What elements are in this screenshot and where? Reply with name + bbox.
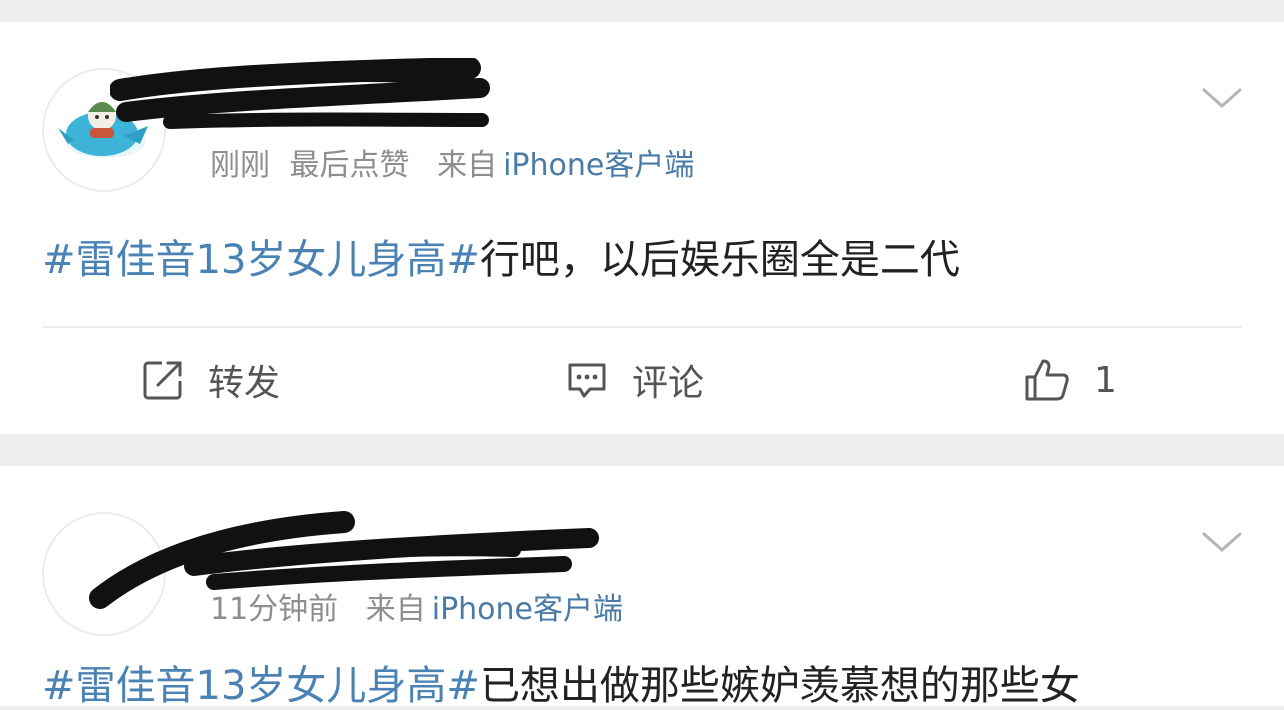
post-body: 已想出做那些嫉妒羡慕想的那些女 — [479, 663, 1080, 709]
source-client[interactable]: iPhone客户端 — [432, 592, 623, 627]
weibo-post-card: 刚刚 最后点赞 来自 iPhone客户端 #雷佳音13岁女儿身高#行吧，以后娱乐圈… — [0, 22, 1284, 434]
comment-label: 评论 — [632, 363, 705, 404]
chevron-down-icon[interactable] — [1200, 82, 1244, 112]
post-time: 刚刚 — [210, 148, 270, 183]
thumbs-up-icon — [1025, 359, 1069, 401]
redacted-username — [110, 58, 490, 129]
like-count: 1 — [1094, 359, 1117, 401]
repost-label: 转发 — [208, 363, 281, 404]
weibo-post-card: 11分钟前 来自 iPhone客户端 #雷佳音13岁女儿身高#已想出做那些嫉妒羡慕… — [0, 466, 1284, 709]
repost-button[interactable]: 转发 — [142, 356, 280, 404]
post-text: #雷佳音13岁女儿身高#行吧，以后娱乐圈全是二代 — [42, 236, 960, 284]
source-prefix: 来自 — [437, 148, 498, 183]
topic-link[interactable]: #雷佳音13岁女儿身高# — [42, 663, 480, 709]
chevron-down-icon[interactable] — [1200, 526, 1244, 556]
comment-icon — [568, 363, 606, 398]
like-button[interactable]: 1 — [1024, 356, 1117, 404]
topic-link[interactable]: #雷佳音13岁女儿身高# — [42, 237, 480, 283]
post-text: #雷佳音13岁女儿身高#已想出做那些嫉妒羡慕想的那些女 — [42, 662, 1080, 710]
comment-button[interactable]: 评论 — [566, 356, 704, 404]
post-time: 11分钟前 — [210, 592, 339, 627]
post-meta: 刚刚 最后点赞 来自 iPhone客户端 — [210, 146, 694, 186]
last-like-label: 最后点赞 — [289, 148, 410, 183]
source-client[interactable]: iPhone客户端 — [503, 148, 694, 183]
share-icon — [143, 361, 182, 400]
source-prefix: 来自 — [365, 592, 426, 627]
post-body: 行吧，以后娱乐圈全是二代 — [479, 237, 960, 283]
post-meta: 11分钟前 来自 iPhone客户端 — [210, 590, 623, 630]
divider — [42, 326, 1242, 328]
